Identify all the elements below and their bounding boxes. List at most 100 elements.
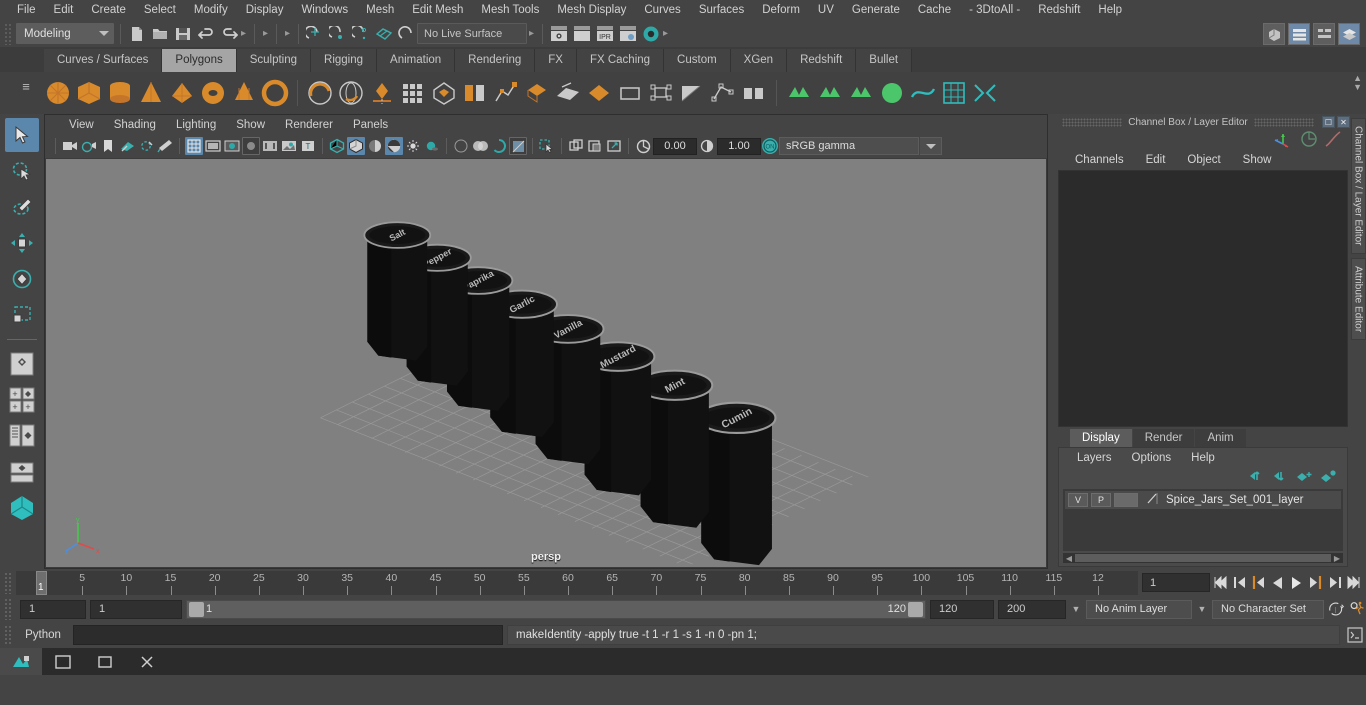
menu-item-3dtoall[interactable]: - 3DtoAll - — [960, 1, 1029, 19]
poly-triangulate-icon[interactable] — [816, 78, 844, 108]
chevron-down-icon[interactable]: ▼ — [1196, 600, 1208, 619]
menu-item-mesh-display[interactable]: Mesh Display — [548, 1, 635, 19]
script-editor-icon[interactable] — [1344, 625, 1366, 645]
shelf-tab-xgen[interactable]: XGen — [730, 49, 788, 72]
menu-item-generate[interactable]: Generate — [843, 1, 909, 19]
hypershade-icon[interactable] — [641, 24, 661, 44]
channel-box-menu-object[interactable]: Object — [1176, 153, 1231, 167]
live-surface-field[interactable]: No Live Surface — [417, 23, 527, 44]
shelf-scroll-down-icon[interactable]: ▼ — [1353, 83, 1362, 92]
menu-item-mesh-tools[interactable]: Mesh Tools — [472, 1, 548, 19]
two-sided-lighting-icon[interactable] — [137, 137, 155, 155]
gamma-field[interactable]: 1.00 — [717, 137, 761, 155]
expand-construction-arrow[interactable]: ▸ — [283, 25, 292, 43]
camera-attributes-icon[interactable] — [80, 137, 98, 155]
play-forwards-icon[interactable] — [1288, 573, 1305, 593]
new-layer-from-selected-icon[interactable] — [1320, 469, 1337, 486]
viewport-menu-renderer[interactable]: Renderer — [275, 118, 343, 132]
vertical-tab-attribute-editor[interactable]: Attribute Editor — [1350, 257, 1366, 340]
range-end-handle[interactable] — [908, 601, 923, 617]
poly-reduce-icon[interactable] — [785, 78, 813, 108]
close-icon[interactable]: ✕ — [1337, 116, 1351, 128]
menu-item-mesh[interactable]: Mesh — [357, 1, 403, 19]
gamma-icon[interactable] — [698, 137, 716, 155]
undock-panel-icon[interactable]: ☐ — [1322, 116, 1336, 128]
command-language-label[interactable]: Python — [17, 629, 69, 641]
menu-item-edit[interactable]: Edit — [45, 1, 83, 19]
poly-sculpt-icon[interactable] — [492, 78, 520, 108]
use-all-lights-icon[interactable] — [404, 137, 422, 155]
auto-key-icon[interactable]: | — [1328, 599, 1345, 619]
save-scene-icon[interactable] — [173, 24, 193, 44]
poly-cone-icon[interactable] — [137, 78, 165, 108]
layer-row[interactable]: V P Spice_Jars_Set_001_layer — [1065, 491, 1341, 509]
render-current-frame-icon[interactable] — [549, 24, 569, 44]
paint-select-tool[interactable] — [5, 190, 39, 224]
vertical-tab-channel-box-layer-editor[interactable]: Channel Box / Layer Editor — [1350, 118, 1366, 254]
menu-item-redshift[interactable]: Redshift — [1029, 1, 1089, 19]
layer-list-scrollbar[interactable]: ◀ ▶ — [1063, 553, 1343, 563]
exposure-field[interactable]: 0.00 — [653, 137, 697, 155]
expand-snap-arrow[interactable]: ▸ — [261, 25, 270, 43]
poly-disc-icon[interactable] — [430, 78, 458, 108]
channel-box-menu-edit[interactable]: Edit — [1135, 153, 1177, 167]
shelf-tab-bullet[interactable]: Bullet — [856, 49, 913, 72]
render-settings-icon[interactable] — [618, 24, 638, 44]
ipr-render-icon[interactable]: IPR — [595, 24, 615, 44]
exposure-reset-icon[interactable] — [634, 137, 652, 155]
current-frame-field[interactable]: 1 — [1142, 573, 1210, 592]
input-output-icon[interactable] — [1300, 130, 1318, 151]
step-back-frame-icon[interactable] — [1250, 573, 1267, 593]
channel-box-body[interactable] — [1058, 170, 1348, 427]
manipulator-icon[interactable] — [1272, 130, 1294, 151]
expand-live-arrow[interactable]: ▸ — [527, 25, 536, 43]
textured-icon[interactable] — [385, 137, 403, 155]
panel-grip[interactable] — [1062, 117, 1123, 127]
viewport-menu-view[interactable]: View — [59, 118, 104, 132]
command-input[interactable] — [73, 625, 503, 645]
layer-editor-tab-anim[interactable]: Anim — [1195, 429, 1246, 447]
tool-settings-icon[interactable] — [1313, 23, 1335, 45]
motion-blur-icon[interactable] — [471, 137, 489, 155]
quick-layout-single[interactable] — [5, 347, 39, 381]
undo-icon[interactable] — [196, 24, 216, 44]
image-plane-icon[interactable] — [118, 137, 136, 155]
shelf-button-29-icon[interactable] — [909, 78, 937, 108]
gpu-cache-icon[interactable] — [280, 137, 298, 155]
multisample-icon[interactable] — [490, 137, 508, 155]
menu-item-create[interactable]: Create — [82, 1, 135, 19]
animation-preferences-icon[interactable] — [1349, 599, 1366, 619]
render-sequence-icon[interactable] — [572, 24, 592, 44]
shelf-options-icon[interactable]: ≡ — [16, 76, 36, 96]
command-line-grip[interactable] — [4, 625, 13, 645]
time-slider-grip[interactable] — [4, 571, 13, 594]
snap-rotate-icon[interactable] — [397, 24, 417, 44]
shelf-tab-rendering[interactable]: Rendering — [455, 49, 536, 72]
bookmark-icon[interactable] — [99, 137, 117, 155]
poly-bevel-icon[interactable] — [678, 78, 706, 108]
view-transform-dropdown-arrow[interactable] — [920, 137, 942, 155]
view-transform-field[interactable]: sRGB gamma — [779, 137, 919, 155]
menu-item-curves[interactable]: Curves — [635, 1, 689, 19]
screen-space-ao-icon[interactable] — [452, 137, 470, 155]
shelf-tab-curves-surfaces[interactable]: Curves / Surfaces — [44, 49, 163, 72]
expand-render-arrow[interactable]: ▸ — [661, 25, 670, 43]
poly-pipe-icon[interactable] — [261, 78, 289, 108]
range-bar[interactable]: 1 120 — [186, 599, 926, 619]
menu-item-help[interactable]: Help — [1089, 1, 1131, 19]
go-to-end-icon[interactable] — [1345, 573, 1362, 593]
shelf-button-31-icon[interactable] — [971, 78, 999, 108]
poly-cube-icon[interactable] — [75, 78, 103, 108]
xray-joints-icon[interactable] — [586, 137, 604, 155]
snap-grid-icon[interactable] — [305, 24, 325, 44]
range-end-field[interactable]: 120 — [930, 599, 994, 619]
shelf-button-28-icon[interactable] — [878, 78, 906, 108]
quick-layout-persp-graph[interactable] — [5, 455, 39, 489]
play-backwards-icon[interactable] — [1269, 573, 1286, 593]
poly-platonic-icon[interactable] — [368, 78, 396, 108]
poly-pyramid-icon[interactable] — [168, 78, 196, 108]
move-layer-down-icon[interactable] — [1272, 469, 1289, 486]
poly-mirror-icon[interactable] — [616, 78, 644, 108]
quick-layout-outliner-persp[interactable] — [5, 419, 39, 453]
quick-layout-hypershade[interactable] — [5, 491, 39, 525]
